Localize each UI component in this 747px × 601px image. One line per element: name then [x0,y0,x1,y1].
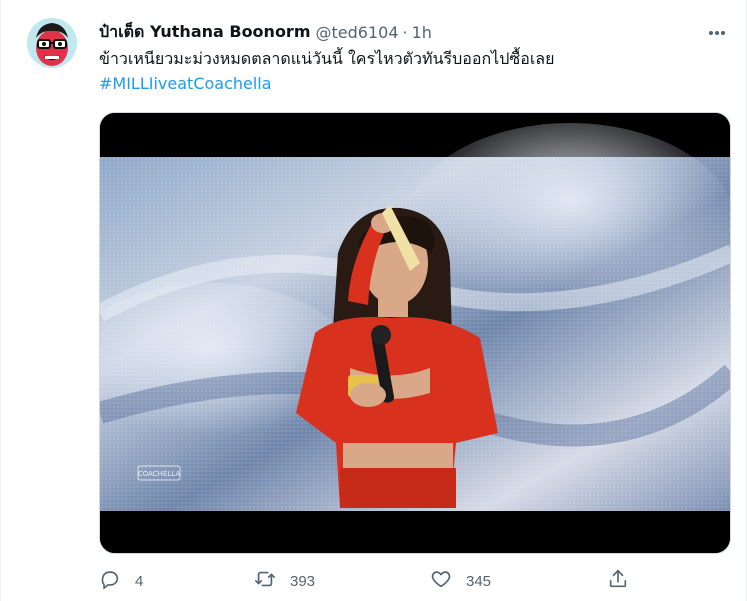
retweet-count: 393 [290,572,316,590]
timestamp[interactable]: 1h [412,23,432,42]
tweet-media[interactable]: COACHELLA [99,112,731,554]
reply-count: 4 [135,572,144,590]
stage-photo: COACHELLA [100,113,730,553]
reply-icon [99,568,121,594]
like-button[interactable]: 345 [430,566,491,596]
heart-icon [430,568,452,594]
separator-dot: · [402,22,408,42]
share-button[interactable] [607,566,629,596]
display-name[interactable]: ป๋าเต็ด Yuthana Boonorm [99,20,311,45]
action-bar: 4 393 345 [99,566,639,596]
tweet-header: ป๋าเต็ด Yuthana Boonorm @ted6104 · 1h [99,20,432,44]
video-watermark: COACHELLA [138,470,180,478]
share-icon [607,568,629,594]
tweet-card[interactable]: ป๋าเต็ด Yuthana Boonorm @ted6104 · 1h ข้… [0,0,747,601]
tweet-text: ข้าวเหนียวมะม่วงหมดตลาดแน่วันนี้ ใครไหวต… [99,49,555,68]
hashtag-link[interactable]: #MILLIiveatCoachella [99,72,272,96]
like-count: 345 [466,572,492,590]
retweet-button[interactable]: 393 [254,566,315,596]
more-options-icon[interactable] [706,22,728,44]
avatar[interactable] [27,18,77,68]
retweet-icon [254,568,276,594]
reply-button[interactable]: 4 [99,566,143,596]
user-handle[interactable]: @ted6104 [316,23,399,42]
